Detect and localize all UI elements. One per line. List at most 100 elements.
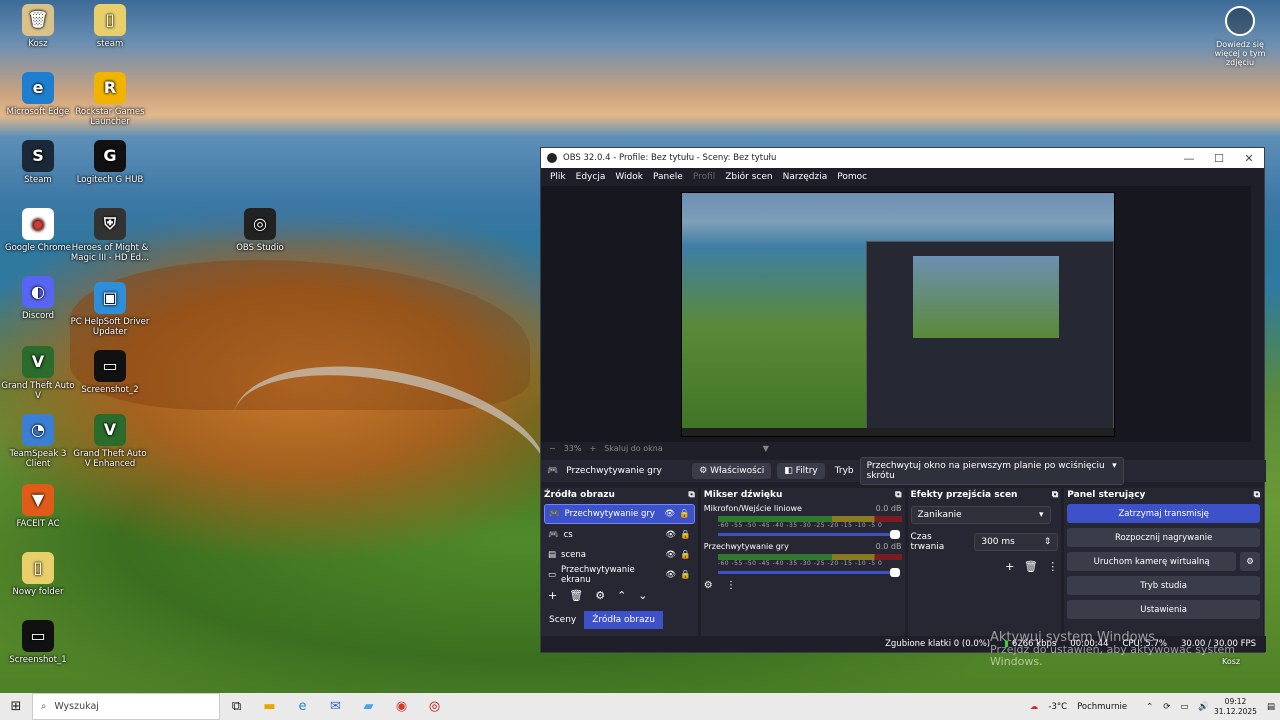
menu-widok[interactable]: Widok: [615, 172, 643, 182]
menu-plik[interactable]: Plik: [550, 172, 566, 182]
transition-select[interactable]: Zanikanie ▾: [910, 506, 1051, 524]
filters-button[interactable]: ◧ Filtry: [777, 463, 825, 479]
minimize-icon[interactable]: —: [1174, 152, 1204, 165]
desktop-icon-folder[interactable]: ▯ steam: [70, 4, 150, 49]
source-item[interactable]: ▤ scena 👁 🔒: [544, 546, 695, 564]
battery-icon[interactable]: ▭: [1180, 702, 1188, 712]
studio-mode-button[interactable]: Tryb studia: [1067, 576, 1260, 595]
settings-button[interactable]: Ustawienia: [1067, 600, 1260, 619]
desktop-icon-label: Screenshot_2: [81, 385, 139, 395]
add-source-icon[interactable]: +: [548, 589, 557, 602]
obs-taskbar-icon[interactable]: ◎: [418, 699, 451, 714]
desktop-icon-rockstar[interactable]: R Rockstar Games Launcher: [70, 72, 150, 127]
desktop-icon-heroes[interactable]: ⛨ Heroes of Might & Magic III - HD Ed...: [70, 208, 150, 263]
windows-start-icon[interactable]: ⊞: [0, 699, 32, 714]
preview-nested-screen: [913, 256, 1059, 338]
start-recording-button[interactable]: Rozpocznij nagrywanie: [1067, 528, 1260, 547]
desktop-icon-obs[interactable]: ◎ OBS Studio: [220, 208, 300, 253]
volume-slider[interactable]: [717, 568, 900, 577]
desktop-icon-steam[interactable]: S Steam: [0, 140, 78, 185]
desktop-icon-gta[interactable]: V Grand Theft Auto V: [0, 346, 78, 401]
desktop-icon-screenshot[interactable]: ▭ Screenshot_2: [70, 350, 150, 395]
remove-transition-icon[interactable]: 🗑: [1024, 560, 1038, 573]
zoom-in-button[interactable]: +: [589, 444, 596, 453]
taskbar-clock[interactable]: 09:12 31.12.2025: [1214, 697, 1257, 717]
move-down-icon[interactable]: ⌄: [638, 589, 647, 602]
tab-scenes[interactable]: Sceny: [541, 611, 584, 629]
eye-icon[interactable]: 👁: [665, 570, 676, 580]
edge-icon[interactable]: e: [286, 699, 319, 714]
task-view-icon[interactable]: ⧉: [220, 699, 253, 714]
chrome-icon[interactable]: ◉: [385, 699, 418, 714]
maximize-icon[interactable]: ☐: [1204, 152, 1234, 165]
desktop-icon-chrome[interactable]: ◉ Google Chrome: [0, 208, 78, 253]
chevron-up-icon[interactable]: ⌃: [1146, 702, 1153, 712]
zoom-out-button[interactable]: −: [549, 444, 556, 453]
desktop-icon-edge[interactable]: e Microsoft Edge: [0, 72, 78, 117]
menu-pomoc[interactable]: Pomoc: [837, 172, 867, 182]
undock-icon[interactable]: ⧉: [688, 490, 694, 500]
move-up-icon[interactable]: ⌃: [617, 589, 626, 602]
transition-menu-icon[interactable]: ⋮: [1047, 560, 1058, 573]
desktop-icon-gta-enhanced[interactable]: V Grand Theft Auto V Enhanced: [70, 414, 150, 469]
duration-input[interactable]: 300 ms ⇕: [974, 533, 1059, 551]
start-virtual-camera-button[interactable]: Uruchom kamerę wirtualną: [1067, 552, 1236, 571]
gamepad-icon: 🎮: [549, 509, 560, 519]
eye-icon[interactable]: 👁: [664, 509, 675, 519]
store-icon[interactable]: ▰: [352, 699, 385, 714]
desktop-icon-discord[interactable]: ◐ Discord: [0, 276, 78, 321]
lock-icon[interactable]: 🔒: [680, 570, 691, 580]
lock-icon[interactable]: 🔒: [680, 550, 691, 560]
mail-icon[interactable]: ✉: [319, 699, 352, 714]
menu-zbior-scen[interactable]: Zbiór scen: [725, 172, 772, 182]
desktop-icon-label: Heroes of Might & Magic III - HD Ed...: [70, 243, 150, 263]
source-item[interactable]: ▭ Przechwytywanie ekranu 👁 🔒: [544, 565, 695, 585]
properties-button[interactable]: ⚙ Właściwości: [692, 463, 772, 479]
tab-sources[interactable]: Źródła obrazu: [584, 611, 663, 629]
desktop-icon-label: Steam: [24, 175, 52, 185]
desktop-icon-label: Grand Theft Auto V: [1, 381, 75, 401]
desktop-icon-folder[interactable]: ▯ Nowy folder: [0, 552, 78, 597]
advanced-audio-icon[interactable]: ⚙: [704, 580, 713, 591]
source-item[interactable]: 🎮 cs 👁 🔒: [544, 526, 695, 544]
gear-icon[interactable]: ⚙: [1240, 552, 1260, 571]
obs-titlebar[interactable]: OBS 32.0.4 - Profile: Bez tytułu - Sceny…: [541, 148, 1264, 168]
volume-slider[interactable]: [717, 530, 900, 539]
mixer-menu-icon[interactable]: ⋮: [726, 580, 736, 591]
desktop-icon-driver-updater[interactable]: ▣ PC HelpSoft Driver Updater: [70, 282, 150, 337]
preview-canvas[interactable]: [681, 192, 1115, 437]
desktop-icon-logitech[interactable]: G Logitech G HUB: [70, 140, 150, 185]
add-transition-icon[interactable]: +: [1005, 560, 1014, 573]
mode-select[interactable]: Przechwytuj okno na pierwszym planie po …: [859, 457, 1124, 485]
close-icon[interactable]: ✕: [1234, 152, 1264, 165]
file-explorer-icon[interactable]: ▬: [253, 699, 286, 714]
learn-more-photo-button[interactable]: Dowiedz się więcej o tym zdjęciu: [1210, 6, 1270, 67]
desktop-icon-teamspeak[interactable]: ◔ TeamSpeak 3 Client: [0, 414, 78, 469]
volume-icon[interactable]: 🔊: [1198, 702, 1209, 712]
source-properties-icon[interactable]: ⚙: [595, 589, 605, 602]
taskbar-search[interactable]: ⌕ Wyszukaj: [32, 693, 220, 720]
fit-to-window-button[interactable]: Skaluj do okna: [604, 444, 663, 453]
desktop-icon-screenshot[interactable]: ▭ Screenshot_1: [0, 620, 78, 665]
stop-stream-button[interactable]: Zatrzymaj transmisję: [1067, 504, 1260, 523]
folder-icon: ▯: [22, 552, 54, 584]
remove-source-icon[interactable]: 🗑: [569, 589, 583, 602]
menu-panele[interactable]: Panele: [653, 172, 683, 182]
desktop-icon-recycle-bin[interactable]: 🗑 Kosz: [0, 4, 78, 49]
notifications-icon[interactable]: ▤: [1267, 702, 1275, 712]
desktop-icon-faceit[interactable]: ▼ FACEIT AC: [0, 484, 78, 529]
source-item[interactable]: 🎮 Przechwytywanie gry 👁 🔒: [544, 504, 695, 524]
menu-edycja[interactable]: Edycja: [576, 172, 606, 182]
menu-profil[interactable]: Profil: [693, 172, 715, 182]
lock-icon[interactable]: 🔒: [680, 530, 691, 540]
undock-icon[interactable]: ⧉: [1254, 490, 1260, 500]
eye-icon[interactable]: 👁: [665, 550, 676, 560]
menu-narzedzia[interactable]: Narzędzia: [783, 172, 828, 182]
eye-icon[interactable]: 👁: [665, 530, 676, 540]
undock-icon[interactable]: ⧉: [895, 490, 901, 500]
weather-icon[interactable]: ☁: [1030, 702, 1039, 712]
chevron-down-icon[interactable]: ▼: [763, 444, 769, 453]
undock-icon[interactable]: ⧉: [1052, 490, 1058, 500]
network-icon[interactable]: ⟳: [1163, 702, 1170, 712]
lock-icon[interactable]: 🔒: [679, 509, 690, 519]
